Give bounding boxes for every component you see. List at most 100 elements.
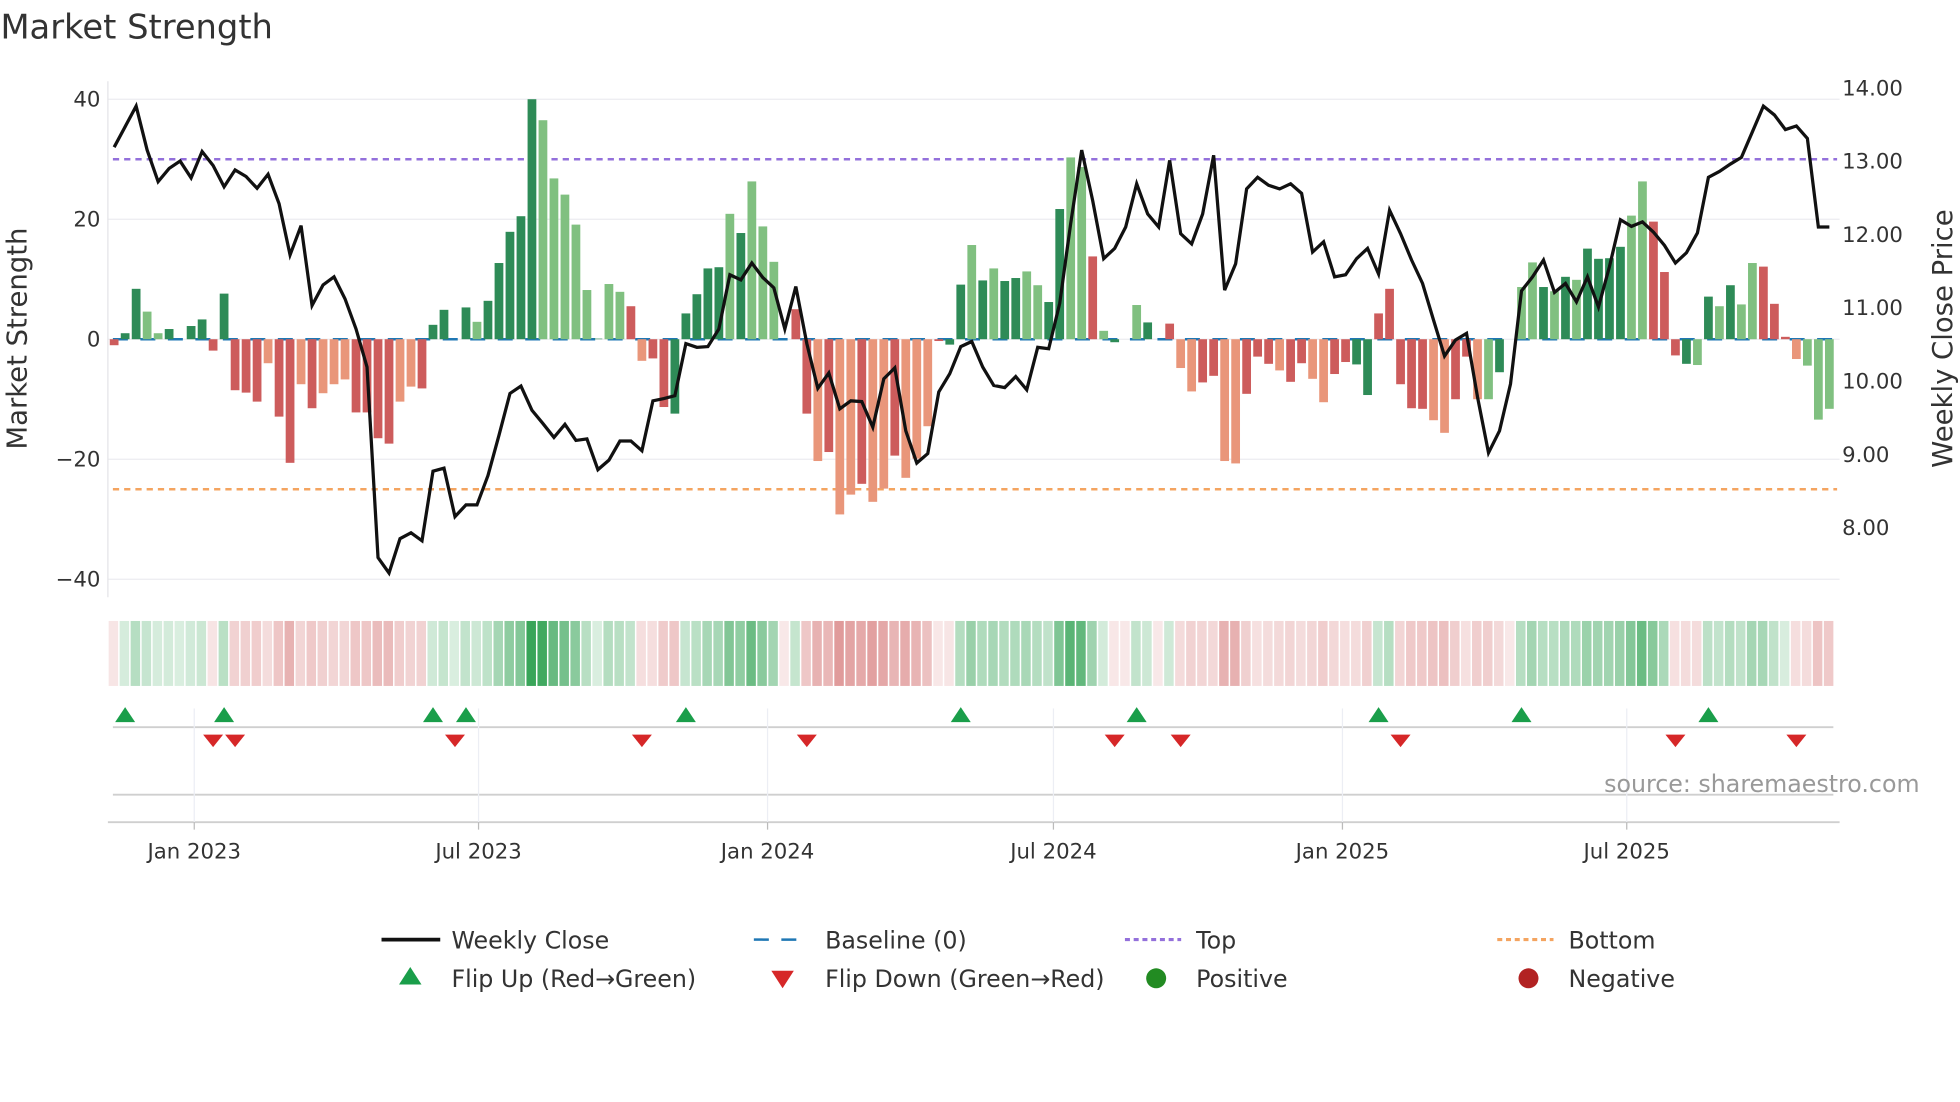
heat-strip-cell bbox=[768, 620, 778, 686]
y-tick-label: −20 bbox=[56, 448, 101, 473]
strength-bar bbox=[703, 268, 713, 340]
heat-strip-cell bbox=[988, 620, 998, 686]
heat-strip-cell bbox=[1131, 620, 1141, 686]
heat-strip-cell bbox=[1329, 620, 1339, 686]
strength-heat-strip bbox=[108, 620, 1834, 686]
heat-strip-cell bbox=[867, 620, 877, 686]
legend-label: Bottom bbox=[1568, 926, 1655, 954]
heat-strip-cell bbox=[1548, 620, 1559, 686]
strength-bar bbox=[1770, 303, 1779, 340]
heat-strip-cell bbox=[196, 620, 207, 686]
heat-strip-cell bbox=[1647, 620, 1658, 686]
strength-bar bbox=[1165, 323, 1175, 340]
strength-bar bbox=[1011, 278, 1021, 340]
heat-strip-cell bbox=[1384, 620, 1394, 686]
heat-strip-cell bbox=[1197, 620, 1207, 686]
heat-strip-cell bbox=[295, 620, 306, 686]
strength-bar bbox=[1374, 313, 1383, 340]
heat-strip-cell bbox=[1625, 620, 1636, 686]
heat-strip-cell bbox=[1010, 620, 1020, 686]
legend-item-flip-down: Flip Down (Green→Red) bbox=[771, 965, 1105, 993]
strength-bar bbox=[1451, 339, 1460, 400]
heat-strip-cell bbox=[328, 620, 339, 686]
strength-bar bbox=[1748, 263, 1757, 340]
strength-bar bbox=[1495, 339, 1504, 373]
heat-strip-cell bbox=[108, 620, 119, 686]
heat-strip-cell bbox=[207, 620, 218, 686]
heat-strip-cell bbox=[1570, 620, 1581, 686]
strength-bar bbox=[483, 300, 493, 340]
heat-strip-cell bbox=[1516, 620, 1526, 686]
strength-bar bbox=[1813, 339, 1823, 420]
heat-strip-cell bbox=[658, 620, 668, 686]
flip-up-marker bbox=[675, 707, 696, 723]
heat-strip-cell bbox=[339, 620, 350, 686]
heat-strip-cell bbox=[1098, 620, 1108, 686]
legend-item-bottom: Bottom bbox=[1497, 926, 1655, 954]
legend-label: Negative bbox=[1568, 965, 1674, 993]
strength-bar bbox=[956, 284, 966, 340]
legend-label: Flip Up (Red→Green) bbox=[451, 965, 696, 993]
flip-up-marker bbox=[1368, 707, 1389, 723]
strength-bar bbox=[758, 226, 768, 340]
heat-strip-cell bbox=[1263, 620, 1273, 686]
heat-strip-cell bbox=[1087, 620, 1097, 686]
strength-bar bbox=[1231, 339, 1241, 464]
flip-up-marker bbox=[1126, 707, 1147, 723]
strength-bar bbox=[1242, 339, 1252, 394]
heat-strip-cell bbox=[614, 620, 624, 686]
strength-bar bbox=[1022, 271, 1032, 340]
strength-bar bbox=[373, 339, 383, 439]
y-tick-label: −40 bbox=[56, 568, 101, 593]
heat-strip-cell bbox=[174, 620, 185, 686]
strength-bar bbox=[1308, 339, 1317, 379]
strength-bar bbox=[263, 339, 273, 364]
heat-strip-cell bbox=[185, 620, 196, 686]
heat-strip-cell bbox=[1592, 620, 1603, 686]
heat-strip-cell bbox=[1032, 620, 1042, 686]
strength-bar bbox=[648, 339, 658, 359]
flip-down-marker bbox=[1170, 734, 1191, 748]
strength-bar bbox=[1704, 296, 1713, 340]
heat-strip-cell bbox=[1603, 620, 1614, 686]
legend-label: Weekly Close bbox=[451, 926, 609, 954]
heat-strip-cell bbox=[1142, 620, 1152, 686]
strength-bar bbox=[549, 178, 559, 340]
heat-strip-cell bbox=[757, 620, 767, 686]
legend-negative-icon bbox=[1518, 968, 1539, 989]
heat-strip-cell bbox=[1735, 620, 1746, 686]
strength-bar bbox=[1220, 339, 1230, 462]
heat-strip-cell bbox=[1450, 620, 1460, 686]
strength-bars bbox=[109, 99, 1834, 515]
strength-bar bbox=[1407, 339, 1416, 409]
heat-strip-cell bbox=[1120, 620, 1130, 686]
heat-strip-cell bbox=[438, 620, 448, 686]
strength-bar bbox=[1627, 215, 1636, 340]
heat-strip-cell bbox=[1076, 620, 1086, 686]
heat-strip-cell bbox=[405, 620, 416, 686]
y2-axis-title: Weekly Close Price bbox=[1927, 209, 1959, 467]
strength-bar bbox=[593, 338, 603, 340]
heat-strip-cell bbox=[647, 620, 657, 686]
strength-bar bbox=[1275, 339, 1284, 371]
strength-bar bbox=[1187, 339, 1197, 392]
heat-strip-cell bbox=[1823, 620, 1834, 686]
strength-bar bbox=[681, 313, 691, 340]
legend-label: Flip Down (Green→Red) bbox=[825, 965, 1104, 993]
strength-bar bbox=[626, 306, 636, 340]
heat-strip-cell bbox=[669, 620, 679, 686]
heat-strip-cell bbox=[1779, 620, 1790, 686]
x-axis: Jan 2023 Jul 2023 Jan 2024 Jul 2024 Jan 2025… bbox=[107, 708, 1840, 864]
strength-bar bbox=[1198, 339, 1208, 383]
heat-strip-cell bbox=[1669, 620, 1680, 686]
heat-strip-cell bbox=[1658, 620, 1669, 686]
heat-strip-cell bbox=[427, 620, 437, 686]
strength-bar bbox=[1000, 281, 1010, 340]
strength-bar bbox=[615, 291, 625, 340]
heat-strip-cell bbox=[1680, 620, 1691, 686]
heat-strip-cell bbox=[581, 620, 591, 686]
heat-strip-cell bbox=[1757, 620, 1768, 686]
heat-strip-cell bbox=[812, 620, 822, 686]
strength-bar bbox=[1792, 339, 1801, 360]
heat-strip-cell bbox=[1812, 620, 1823, 686]
